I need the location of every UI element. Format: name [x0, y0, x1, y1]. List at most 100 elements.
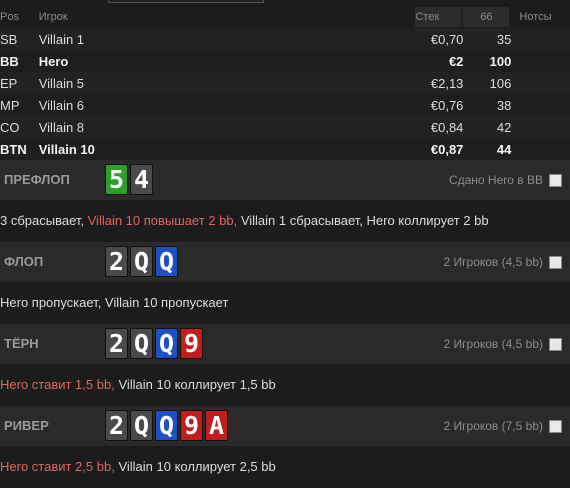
player-hands: 35 [496, 31, 512, 47]
hand-history: ПРЕФЛОП 5 4 Сдано Hero в BB 3 сбрасывает, Vi… [0, 160, 570, 488]
card-rank: 2 [108, 411, 125, 440]
card-spades: 2 [105, 246, 128, 277]
header-hands-label: 66 [463, 7, 510, 27]
card-clubs: 5 [105, 164, 128, 195]
player-pos: CO [0, 119, 20, 135]
action-text: 3 сбрасывает, [0, 213, 88, 228]
card-rank: A [208, 411, 225, 440]
street-actions: Hero ставит 1,5 bb, Villain 10 коллирует… [0, 364, 570, 406]
players-table: Pos Игрок Стек 66 Нотсы SB Villain 1 €0,70… [0, 6, 570, 160]
player-pos: BB [0, 53, 19, 69]
player-notes [511, 72, 570, 94]
player-row[interactable]: BTN Villain 10 €0,87 44 [0, 138, 570, 160]
street-info: 2 Игроков (4,5 bb) [443, 337, 543, 351]
players-body: SB Villain 1 €0,70 35 BB Hero €2 100 EP Villain 5… [0, 28, 570, 160]
player-name: Villain 8 [38, 119, 85, 135]
search-field-edge[interactable] [108, 0, 264, 3]
player-pos: SB [0, 31, 18, 47]
player-pos: MP [0, 97, 20, 113]
header-hands[interactable]: 66 [463, 6, 512, 28]
street-name: РИВЕР [4, 418, 49, 433]
player-stack: €0,87 [430, 141, 464, 157]
card-spades: Q [130, 328, 153, 359]
player-hands: 106 [489, 75, 512, 91]
player-stack: €0,70 [430, 31, 464, 47]
street-turn: ТЁРН 2 Q Q 9 2 Игроков (4,5 bb) [0, 324, 570, 364]
street-actions: Hero ставит 2,5 bb, Villain 10 коллирует… [0, 446, 570, 488]
player-notes [511, 50, 570, 72]
action-text: Villain 10 коллирует 1,5 bb [114, 377, 276, 392]
street-checkbox[interactable] [549, 256, 562, 269]
bet-action-text: Villain 10 повышает 2 bb, [87, 213, 238, 228]
player-notes [511, 138, 570, 160]
card-diamonds: Q [155, 246, 178, 277]
player-row[interactable]: BB Hero €2 100 [0, 50, 570, 72]
player-hands: 42 [496, 119, 512, 135]
player-stack: €2,13 [430, 75, 464, 91]
street-checkbox[interactable] [549, 420, 562, 433]
header-stack-label: Стек [415, 7, 462, 27]
player-name: Villain 6 [38, 97, 85, 113]
street-actions: 3 сбрасывает, Villain 10 повышает 2 bb, … [0, 200, 570, 242]
card-hearts: 9 [180, 410, 203, 441]
board-cards: 2QQ9 [105, 328, 205, 360]
player-hands: 100 [489, 53, 512, 69]
action-text: Hero пропускает, Villain 10 пропускает [0, 295, 229, 310]
card-rank: 9 [183, 329, 200, 358]
board-cards: 2QQ9A [105, 410, 230, 442]
header-player[interactable]: Игрок [38, 6, 416, 28]
street-name: ФЛОП [4, 254, 44, 269]
card-spades: Q [130, 410, 153, 441]
street-checkbox[interactable] [549, 338, 562, 351]
players-header-row: Pos Игрок Стек 66 Нотсы [0, 6, 570, 28]
player-hands: 44 [496, 141, 512, 157]
card-rank: Q [133, 247, 150, 276]
player-name: Hero [38, 53, 69, 69]
header-pos[interactable]: Pos [0, 6, 39, 28]
card-hearts: A [205, 410, 228, 441]
player-row[interactable]: CO Villain 8 €0,84 42 [0, 116, 570, 138]
card-rank: 2 [108, 247, 125, 276]
player-row[interactable]: SB Villain 1 €0,70 35 [0, 28, 570, 50]
player-stack: €0,76 [430, 97, 464, 113]
player-name: Villain 5 [38, 75, 85, 91]
street-name: ТЁРН [4, 336, 39, 351]
player-notes [511, 94, 570, 116]
action-text: Villain 1 сбрасывает, Hero коллирует 2 b… [237, 213, 489, 228]
board-cards: 54 [105, 164, 155, 196]
street-info: Сдано Hero в BB [448, 173, 543, 187]
street-checkbox[interactable] [549, 174, 562, 187]
player-row[interactable]: MP Villain 6 €0,76 38 [0, 94, 570, 116]
player-pos: EP [0, 75, 18, 91]
street-river: РИВЕР 2 Q Q 9 A 2 Игроков (7,5 bb) [0, 406, 570, 446]
player-stack: €2 [448, 53, 464, 69]
header-stack[interactable]: Стек [415, 6, 464, 28]
card-rank: 4 [133, 165, 150, 194]
player-row[interactable]: EP Villain 5 €2,13 106 [0, 72, 570, 94]
street-actions: Hero пропускает, Villain 10 пропускает [0, 282, 570, 324]
card-spades: 2 [105, 410, 128, 441]
board-cards: 2QQ [105, 246, 180, 278]
card-diamonds: Q [155, 410, 178, 441]
card-spades: 4 [130, 164, 153, 195]
action-text: Villain 10 коллирует 2,5 bb [114, 459, 276, 474]
player-name: Villain 10 [38, 141, 95, 157]
street-info: 2 Игроков (7,5 bb) [443, 419, 543, 433]
bet-action-text: Hero ставит 1,5 bb, [0, 377, 115, 392]
card-rank: Q [158, 247, 175, 276]
player-notes [511, 116, 570, 138]
card-rank: Q [133, 329, 150, 358]
player-stack: €0,84 [430, 119, 464, 135]
bet-action-text: Hero ставит 2,5 bb, [0, 459, 115, 474]
card-rank: 5 [108, 165, 125, 194]
header-notes[interactable]: Нотсы [511, 6, 570, 28]
card-rank: Q [158, 411, 175, 440]
card-rank: 2 [108, 329, 125, 358]
player-name: Villain 1 [38, 31, 85, 47]
card-spades: Q [130, 246, 153, 277]
player-pos: BTN [0, 141, 27, 157]
player-notes [511, 28, 570, 50]
street-name: ПРЕФЛОП [4, 172, 70, 187]
card-rank: Q [133, 411, 150, 440]
card-diamonds: Q [155, 328, 178, 359]
